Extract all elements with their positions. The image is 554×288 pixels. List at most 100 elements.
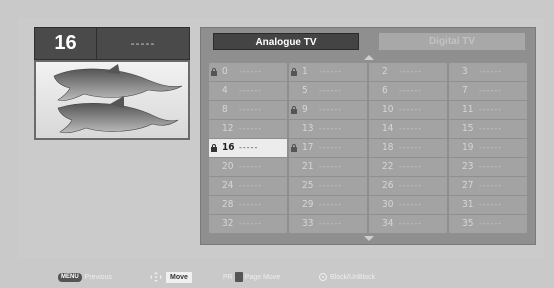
channel-number: 2	[382, 66, 388, 77]
lock-icon	[211, 68, 217, 76]
channel-number: 11	[462, 104, 474, 115]
channel-name: ------	[479, 124, 503, 133]
lock-icon	[291, 68, 297, 76]
channel-cell[interactable]: 26 ------	[369, 177, 447, 195]
channel-number: 34	[382, 218, 394, 229]
channel-cell[interactable]: 35 ------	[449, 215, 527, 233]
guide-block-label: Block/UnBlock	[330, 274, 376, 281]
guide-previous-label: Previous	[84, 274, 112, 281]
guide-block: Block/UnBlock	[319, 272, 375, 283]
channel-cell[interactable]: 19 ------	[449, 139, 527, 157]
lock-icon	[291, 106, 297, 114]
channel-number: 26	[382, 180, 394, 191]
channel-number: 31	[462, 199, 474, 210]
channel-number: 12	[222, 123, 234, 134]
channel-cell[interactable]: 8 ------	[209, 101, 287, 119]
channel-number: 20	[222, 161, 234, 172]
channel-number: 22	[382, 161, 394, 172]
channel-cell[interactable]: 29 ------	[289, 196, 367, 214]
channel-name: ------	[239, 67, 263, 76]
channel-cell[interactable]: 23 ------	[449, 158, 527, 176]
lock-icon	[291, 144, 297, 152]
channel-number: 16	[222, 142, 235, 153]
channel-number: 23	[462, 161, 474, 172]
channel-name: ------	[239, 86, 263, 95]
channel-name: ------	[319, 200, 343, 209]
channel-name: ------	[239, 124, 263, 133]
channel-cell[interactable]: 0 ------	[209, 63, 287, 81]
channel-number: 28	[222, 199, 234, 210]
channel-cell[interactable]: 30 ------	[369, 196, 447, 214]
scroll-down-icon[interactable]	[364, 236, 374, 241]
channel-number: 10	[382, 104, 394, 115]
channel-cell[interactable]: 20 ------	[209, 158, 287, 176]
channel-cell[interactable]: 11 ------	[449, 101, 527, 119]
channel-cell[interactable]: 18 ------	[369, 139, 447, 157]
channel-name: ------	[239, 181, 263, 190]
program-list-screen: 16 ----- Analogue TV Digital TV 0 ------ 1…	[0, 0, 554, 288]
channel-cell[interactable]: 33 ------	[289, 215, 367, 233]
channel-number: 6	[382, 85, 388, 96]
dolphin-image	[53, 64, 183, 134]
scroll-up-icon[interactable]	[364, 55, 374, 60]
channel-cell[interactable]: 13 ------	[289, 120, 367, 138]
channel-cell[interactable]: 24 ------	[209, 177, 287, 195]
channel-cell[interactable]: 5 ------	[289, 82, 367, 100]
guide-move: Move	[150, 272, 192, 283]
channel-cell[interactable]: 27 ------	[449, 177, 527, 195]
channel-cell[interactable]: 28 ------	[209, 196, 287, 214]
channel-name: ------	[399, 162, 423, 171]
channel-number: 32	[222, 218, 234, 229]
channel-cell[interactable]: 4 ------	[209, 82, 287, 100]
channel-name: ------	[399, 219, 423, 228]
guide-previous: MENU Previous	[58, 272, 112, 283]
channel-number: 33	[302, 218, 314, 229]
channel-name: ------	[399, 67, 423, 76]
channel-number: 3	[462, 66, 468, 77]
lock-icon	[211, 144, 217, 152]
channel-cell[interactable]: 15 ------	[449, 120, 527, 138]
channel-cell[interactable]: 17 ------	[289, 139, 367, 157]
channel-cell[interactable]: 1 ------	[289, 63, 367, 81]
channel-number: 17	[302, 142, 314, 153]
channel-number: 8	[222, 104, 228, 115]
channel-name: ------	[239, 200, 263, 209]
channel-name: ------	[319, 143, 343, 152]
channel-name: ------	[239, 219, 263, 228]
tab-analogue-tv[interactable]: Analogue TV	[213, 33, 359, 50]
current-channel-header: 16 -----	[34, 27, 190, 60]
channel-number: 25	[302, 180, 314, 191]
channel-cell[interactable]: 7 ------	[449, 82, 527, 100]
channel-cell[interactable]: 21 ------	[289, 158, 367, 176]
ok-key-icon	[319, 273, 327, 282]
channel-cell[interactable]: 3 ------	[449, 63, 527, 81]
channel-name: ------	[399, 200, 423, 209]
channel-number: 4	[222, 85, 228, 96]
current-channel-number: 16	[35, 28, 97, 59]
channel-cell[interactable]: 22 ------	[369, 158, 447, 176]
channel-number: 35	[462, 218, 474, 229]
tab-bar: Analogue TV Digital TV	[201, 28, 535, 54]
channel-name: ------	[399, 105, 423, 114]
channel-cell[interactable]: 2 ------	[369, 63, 447, 81]
channel-cell[interactable]: 32 ------	[209, 215, 287, 233]
guide-move-label: Move	[166, 272, 192, 283]
channel-cell[interactable]: 25 ------	[289, 177, 367, 195]
channel-cell[interactable]: 16 -----	[209, 139, 287, 157]
channel-cell[interactable]: 9 ------	[289, 101, 367, 119]
channel-name: ------	[479, 219, 503, 228]
channel-cell[interactable]: 31 ------	[449, 196, 527, 214]
channel-cell[interactable]: 34 ------	[369, 215, 447, 233]
channel-name: ------	[319, 124, 343, 133]
tab-digital-tv[interactable]: Digital TV	[379, 33, 525, 50]
channel-cell[interactable]: 10 ------	[369, 101, 447, 119]
channel-cell[interactable]: 12 ------	[209, 120, 287, 138]
channel-cell[interactable]: 6 ------	[369, 82, 447, 100]
channel-name: ------	[319, 67, 343, 76]
channel-number: 13	[302, 123, 314, 134]
channel-number: 24	[222, 180, 234, 191]
guide-page-move-label: Page Move	[244, 274, 281, 281]
channel-cell[interactable]: 14 ------	[369, 120, 447, 138]
channel-name: ------	[399, 181, 423, 190]
channel-number: 14	[382, 123, 394, 134]
